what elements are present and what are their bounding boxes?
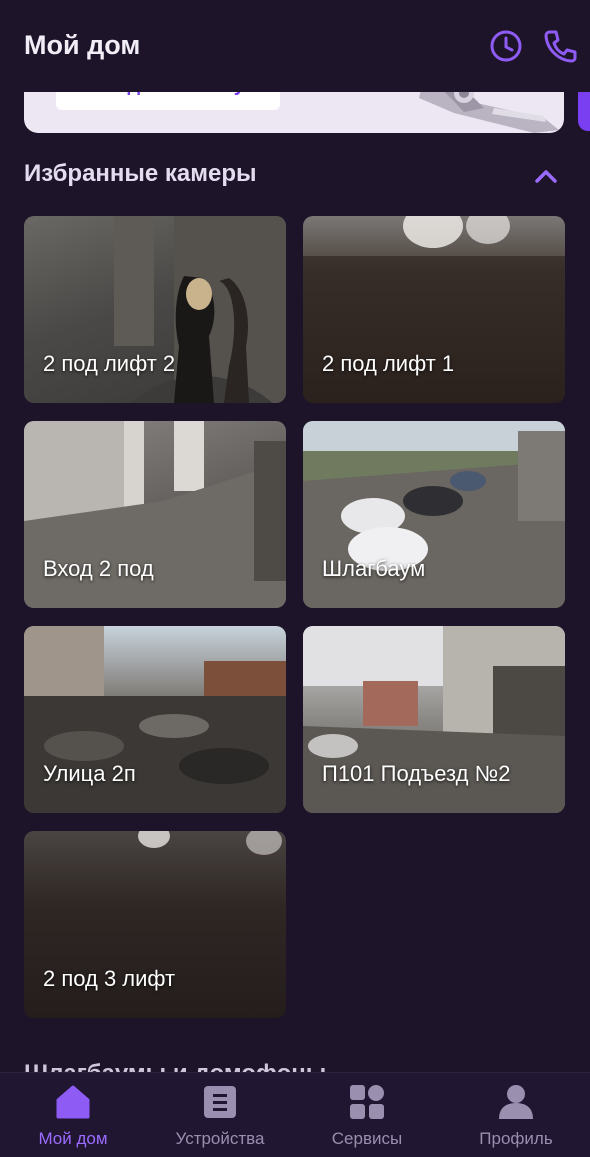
phone-icon[interactable] [542,28,578,64]
profile-icon [499,1085,533,1119]
history-icon[interactable] [488,28,524,64]
devices-icon [204,1086,236,1118]
bottom-tab-bar: Мой дом Устройства Сервисы Профиль [0,1072,590,1157]
page-title: Мой дом [24,30,141,60]
favorites-title: Избранные камеры [24,160,257,187]
services-icon [350,1085,384,1119]
tab-profile[interactable]: Профиль [446,1083,586,1149]
camera-label: 2 под 3 лифт [43,966,176,991]
camera-label: Вход 2 под [43,556,154,581]
camera-tile[interactable]: Шлагбаум [303,421,565,608]
camera-label: 2 под лифт 2 [43,351,176,376]
tab-services[interactable]: Сервисы [297,1083,437,1149]
app-screen: Создать заявку Мой дом Избранные камеры [0,0,590,1157]
camera-label: П101 Подъезд №2 [322,761,511,786]
camera-label: 2 под лифт 1 [322,351,455,376]
camera-tile[interactable]: 2 под лифт 1 [303,216,565,403]
camera-tile[interactable]: 2 под лифт 2 [24,216,286,403]
tab-devices[interactable]: Устройства [150,1083,290,1149]
camera-label: Улица 2п [43,761,136,786]
app-header: Мой дом [0,0,590,92]
tab-home[interactable]: Мой дом [3,1083,143,1149]
camera-tile[interactable]: Вход 2 под [24,421,286,608]
chevron-up-icon[interactable] [532,164,560,188]
camera-tile[interactable]: Улица 2п [24,626,286,813]
camera-label: Шлагбаум [322,556,426,581]
barriers-section-title: Шлагбаумы и домофоны [24,1054,326,1072]
camera-tile[interactable]: 2 под 3 лифт [24,831,286,1018]
camera-tile[interactable]: П101 Подъезд №2 [303,626,565,813]
home-icon [56,1085,90,1119]
